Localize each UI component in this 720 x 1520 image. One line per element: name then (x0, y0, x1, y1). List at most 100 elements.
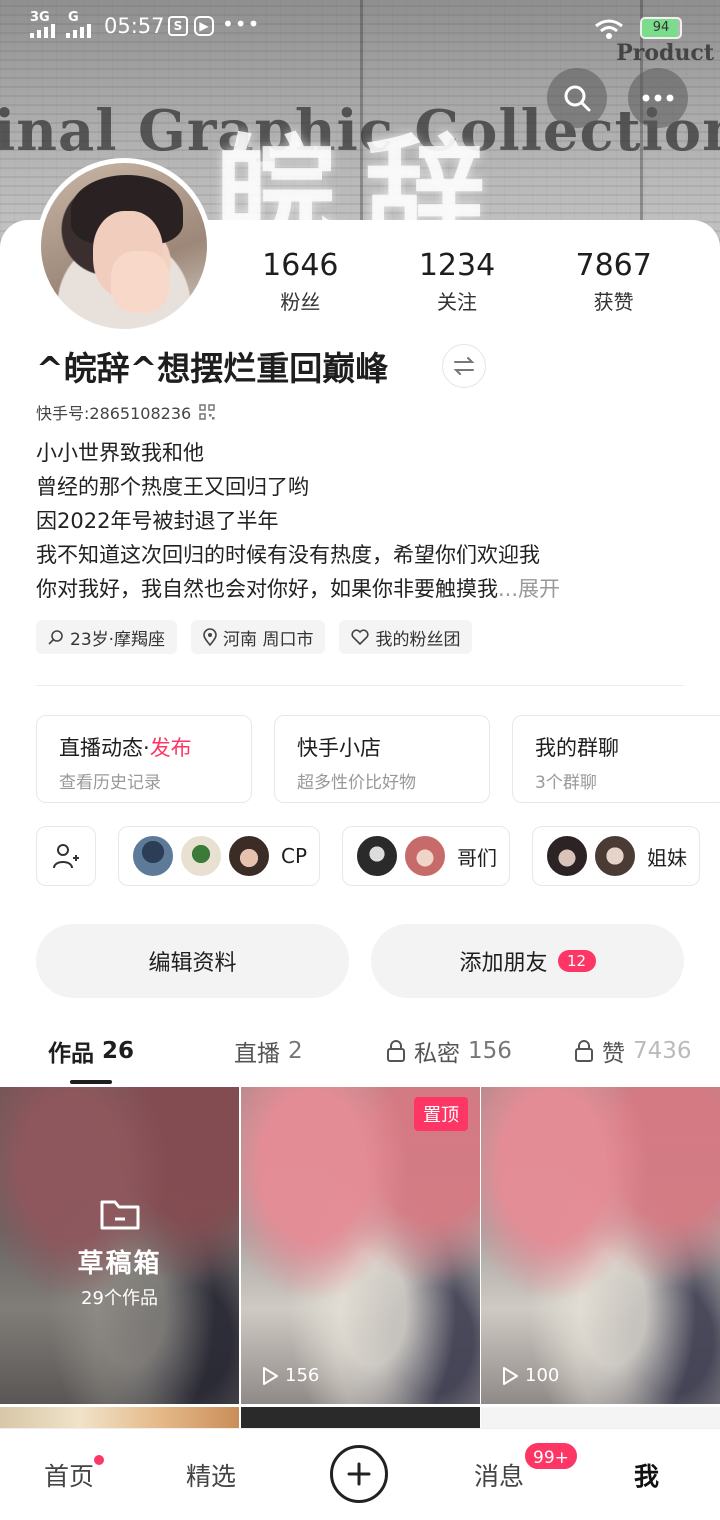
live-dynamics-card[interactable]: 直播动态·发布 查看历史记录 (36, 715, 252, 803)
bio-line: 因2022年号被封退了半年 (36, 509, 279, 533)
nav-featured[interactable]: 精选 (186, 1457, 236, 1493)
group-label: 姐妹 (647, 845, 688, 870)
network-type-2: G (68, 10, 79, 25)
edit-profile-button[interactable]: 编辑资料 (36, 924, 349, 998)
nav-messages[interactable]: 消息 (474, 1457, 524, 1493)
nav-label: 我 (634, 1462, 660, 1491)
lock-icon (575, 1040, 593, 1062)
pinned-badge: 置顶 (414, 1097, 468, 1131)
feature-subtitle: 超多性价比好物 (297, 773, 416, 793)
bio-line: 你对我好，我自然也会对你好，如果你非要触摸我...展开 (36, 572, 686, 606)
tab-count: 156 (468, 1038, 512, 1064)
lock-icon (387, 1040, 405, 1062)
feature-title: 快手小店 (297, 736, 381, 760)
bottom-navigation: 首页 精选 消息 99+ 我 (0, 1428, 720, 1520)
plus-icon (347, 1462, 371, 1486)
group-sisters[interactable]: 姐妹 (532, 826, 701, 886)
tag-label: 23岁·摩羯座 (70, 629, 166, 650)
search-icon (564, 85, 591, 112)
feature-subtitle: 3个群聊 (535, 773, 597, 793)
active-tab-indicator (70, 1080, 112, 1084)
nav-me[interactable]: 我 (634, 1457, 659, 1493)
tab-count: 7436 (633, 1038, 692, 1064)
more-icon (642, 94, 674, 102)
battery-level: 94 (652, 20, 670, 35)
tab-label: 作品 (48, 1041, 94, 1067)
play-count-value: 100 (525, 1365, 560, 1386)
notification-dot (94, 1455, 105, 1465)
stat-value: 1646 (262, 248, 339, 283)
play-count-value: 156 (285, 1365, 320, 1386)
avatar (131, 834, 175, 878)
clock: 05:57 (104, 14, 165, 38)
tag-location[interactable]: 河南 周口市 (191, 620, 326, 654)
feature-title: 我的群聊 (535, 736, 619, 760)
button-label: 添加朋友 (459, 951, 548, 976)
friend-request-badge: 12 (557, 950, 596, 972)
avatar (593, 834, 638, 878)
profile-actions: 编辑资料 添加朋友 12 (36, 924, 684, 998)
switch-account-button[interactable] (442, 344, 486, 388)
bio-line-text: 你对我好，我自然也会对你好，如果你非要触摸我 (36, 577, 498, 601)
feature-title: 直播动态· (59, 736, 150, 760)
tab-label: 直播 (234, 1041, 280, 1067)
stat-likes[interactable]: 7867 获赞 (535, 248, 692, 315)
tag-label: 河南 周口市 (223, 629, 314, 650)
search-icon (48, 630, 63, 645)
publish-link[interactable]: 发布 (150, 736, 192, 760)
group-chat-card[interactable]: 我的群聊 3个群聊 (512, 715, 720, 803)
tab-private[interactable]: 私密 156 (386, 1034, 512, 1068)
nav-label: 首页 (44, 1462, 95, 1491)
nav-home[interactable]: 首页 (44, 1455, 105, 1493)
signal-icon (66, 24, 91, 38)
bio-line: 我不知道这次回归的时候有没有热度，希望你们欢迎我 (36, 543, 540, 567)
stat-following[interactable]: 1234 关注 (379, 248, 536, 315)
video-thumbnail[interactable]: 100 (481, 1087, 720, 1404)
tab-count: 26 (102, 1038, 135, 1064)
tab-works[interactable]: 作品 26 (48, 1034, 134, 1068)
add-friend-group-button[interactable] (36, 826, 96, 886)
drafts-title: 草稿箱 (77, 1249, 162, 1279)
stat-label: 关注 (437, 290, 477, 314)
avatar (355, 834, 400, 878)
stat-label: 粉丝 (280, 290, 321, 314)
status-bar: 3G G 05:57 S ▶ ••• 94 (0, 0, 720, 56)
more-button[interactable] (628, 68, 688, 128)
network-type: 3G (30, 10, 50, 25)
bio[interactable]: 小小世界致我和他 曾经的那个热度王又回归了哟 因2022年号被封退了半年 我不知… (36, 436, 686, 606)
tab-count: 2 (288, 1038, 303, 1064)
app-notification-icon: S (168, 16, 188, 36)
add-friend-button[interactable]: 添加朋友 12 (371, 924, 684, 998)
video-thumbnail[interactable]: 置顶 156 (241, 1087, 480, 1404)
tab-liked[interactable]: 赞 7436 (574, 1034, 692, 1068)
avatar[interactable] (36, 158, 212, 334)
drafts-count: 29个作品 (81, 1288, 158, 1309)
create-button[interactable] (330, 1445, 388, 1503)
feature-subtitle: 查看历史记录 (59, 773, 161, 793)
group-label: CP (281, 844, 308, 868)
kuaishou-id-text: 快手号:2865108236 (36, 404, 192, 423)
nav-label: 精选 (186, 1462, 237, 1491)
kuaishou-id[interactable]: 快手号:2865108236 (36, 400, 215, 424)
shop-card[interactable]: 快手小店 超多性价比好物 (274, 715, 490, 803)
avatar (227, 834, 271, 878)
play-icon (263, 1366, 278, 1385)
stat-value: 7867 (575, 248, 652, 283)
search-button[interactable] (547, 68, 607, 128)
bio-line: 小小世界致我和他 (36, 441, 204, 465)
group-cp[interactable]: CP (118, 826, 321, 886)
qr-code-icon[interactable] (199, 404, 215, 420)
video-notification-icon: ▶ (194, 16, 214, 36)
wifi-icon (595, 19, 623, 39)
tag-label: 我的粉丝团 (375, 629, 461, 650)
group-label: 哥们 (457, 845, 498, 870)
add-user-icon (53, 844, 79, 869)
button-label: 编辑资料 (148, 951, 237, 976)
tag-fan-club[interactable]: 我的粉丝团 (339, 620, 473, 654)
tab-live[interactable]: 直播 2 (234, 1034, 303, 1068)
bio-expand-link[interactable]: ...展开 (498, 577, 560, 601)
stat-fans[interactable]: 1646 粉丝 (222, 248, 379, 315)
drafts-box[interactable]: 草稿箱 29个作品 (0, 1087, 239, 1404)
tag-age-zodiac[interactable]: 23岁·摩羯座 (36, 620, 178, 654)
group-bros[interactable]: 哥们 (342, 826, 511, 886)
